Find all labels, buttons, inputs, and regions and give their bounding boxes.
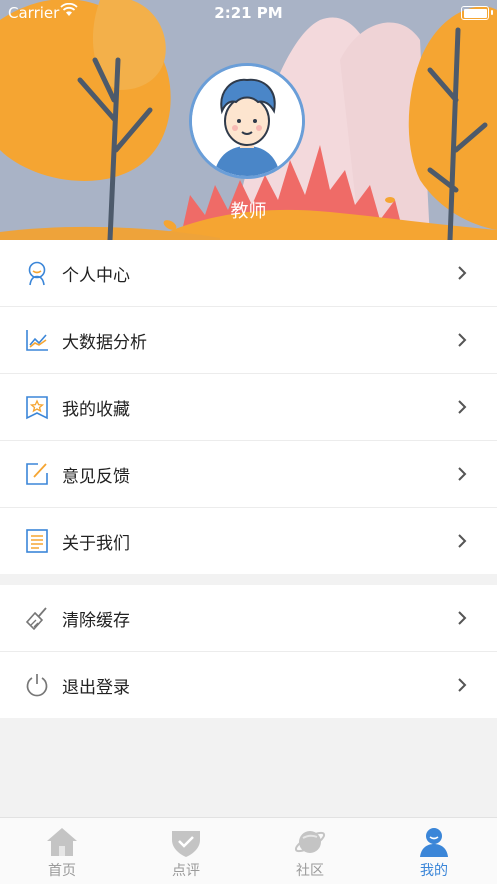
tab-label: 我的 <box>420 863 448 879</box>
document-icon <box>26 529 48 553</box>
menu-item-about-us[interactable]: 关于我们 <box>0 508 497 574</box>
chart-icon <box>26 330 48 351</box>
check-shield-icon <box>172 831 200 857</box>
menu-primary: 个人中心 大数据分析 我的收藏 意见反馈 关于我们 <box>0 240 497 574</box>
tab-mine[interactable]: 我的 <box>372 818 496 884</box>
menu-secondary: 清除缓存 退出登录 <box>0 585 497 718</box>
avatar[interactable] <box>189 63 305 179</box>
tab-label: 点评 <box>172 863 200 879</box>
menu-label: 我的收藏 <box>62 400 130 420</box>
chevron-right-icon <box>458 400 467 414</box>
edit-icon <box>26 463 48 485</box>
broom-icon <box>25 607 47 631</box>
menu-item-clear-cache[interactable]: 清除缓存 <box>0 585 497 652</box>
battery-icon <box>461 6 489 20</box>
menu-item-logout[interactable]: 退出登录 <box>0 652 497 718</box>
planet-icon <box>294 831 326 853</box>
avatar-illustration <box>192 66 302 176</box>
chevron-right-icon <box>458 266 467 280</box>
profile-header: 教师 <box>0 0 497 240</box>
menu-label: 退出登录 <box>62 678 130 698</box>
tab-label: 社区 <box>296 863 324 879</box>
chevron-right-icon <box>458 678 467 692</box>
chevron-right-icon <box>458 611 467 625</box>
star-bookmark-icon <box>26 396 48 420</box>
profile-icon <box>420 828 448 857</box>
menu-item-feedback[interactable]: 意见反馈 <box>0 441 497 508</box>
menu-item-personal-center[interactable]: 个人中心 <box>0 240 497 307</box>
menu-label: 清除缓存 <box>62 611 130 631</box>
user-role: 教师 <box>230 201 267 222</box>
chevron-right-icon <box>458 534 467 548</box>
user-icon <box>28 261 46 286</box>
menu-item-favorites[interactable]: 我的收藏 <box>0 374 497 441</box>
chevron-right-icon <box>458 333 467 347</box>
home-icon <box>47 828 77 856</box>
menu-label: 个人中心 <box>62 266 130 286</box>
tab-review[interactable]: 点评 <box>124 818 248 884</box>
battery-cap <box>491 10 493 15</box>
tab-home[interactable]: 首页 <box>0 818 124 884</box>
tab-bar: 首页 点评 社区 我的 <box>0 817 497 884</box>
power-icon <box>26 674 48 697</box>
menu-label: 意见反馈 <box>62 467 130 487</box>
menu-label: 关于我们 <box>62 534 130 554</box>
menu-item-big-data[interactable]: 大数据分析 <box>0 307 497 374</box>
status-bar: Carrier 2:21 PM <box>0 0 497 26</box>
tab-community[interactable]: 社区 <box>248 818 372 884</box>
chevron-right-icon <box>458 467 467 481</box>
clock: 2:21 PM <box>214 4 283 22</box>
tab-label: 首页 <box>48 863 76 879</box>
menu-label: 大数据分析 <box>62 333 147 353</box>
